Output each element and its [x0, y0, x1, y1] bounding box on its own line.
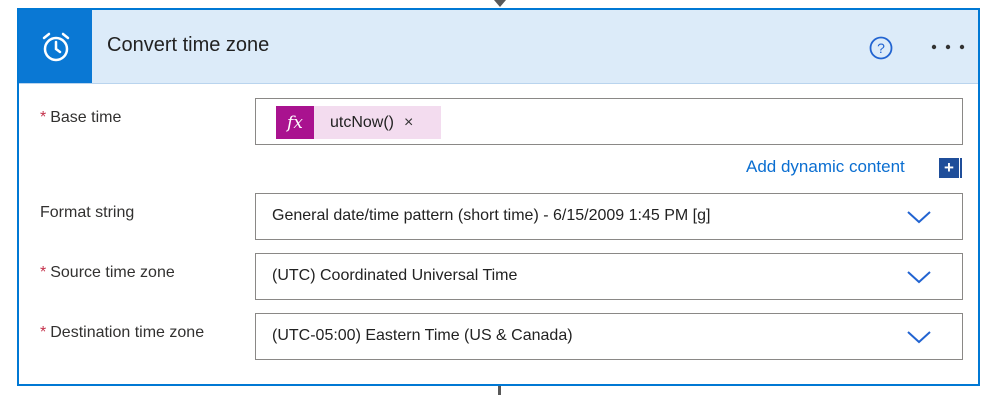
function-icon: fx	[276, 106, 314, 139]
chevron-down-icon[interactable]	[906, 269, 932, 285]
token-text: utcNow()	[330, 113, 395, 131]
format-string-label: Format string	[40, 204, 135, 221]
required-marker: *	[40, 324, 47, 341]
action-header[interactable]: Convert time zone ?	[19, 10, 978, 84]
destination-time-zone-select[interactable]: (UTC-05:00) Eastern Time (US & Canada)	[255, 313, 963, 360]
destination-time-zone-label-text: Destination time zone	[50, 324, 205, 341]
chevron-down-icon[interactable]	[906, 329, 932, 345]
source-time-zone-select[interactable]: (UTC) Coordinated Universal Time	[255, 253, 963, 300]
required-marker: *	[40, 264, 47, 281]
source-time-zone-value: (UTC) Coordinated Universal Time	[272, 267, 518, 284]
destination-time-zone-label: * Destination time zone	[40, 324, 204, 342]
svg-text:?: ?	[877, 40, 885, 56]
flow-connector-arrow	[494, 0, 506, 7]
help-icon[interactable]: ?	[869, 36, 893, 60]
base-time-label: * Base time	[40, 109, 121, 127]
action-icon-container	[19, 10, 92, 83]
alarm-clock-icon	[42, 32, 69, 61]
base-time-input[interactable]: fx utcNow() ×	[255, 98, 963, 145]
more-options-icon[interactable]	[929, 38, 967, 56]
chevron-down-icon[interactable]	[906, 209, 932, 225]
required-marker: *	[40, 109, 47, 126]
expression-token[interactable]: fx utcNow() ×	[276, 106, 441, 139]
flow-connector-line	[498, 386, 501, 395]
add-dynamic-content-icon[interactable]: +	[939, 158, 959, 178]
format-string-value: General date/time pattern (short time) -…	[272, 207, 711, 224]
source-time-zone-label-text: Source time zone	[50, 264, 175, 281]
destination-time-zone-value: (UTC-05:00) Eastern Time (US & Canada)	[272, 327, 573, 344]
remove-token-icon[interactable]: ×	[404, 114, 413, 132]
add-dynamic-content-divider	[960, 158, 962, 178]
format-string-select[interactable]: General date/time pattern (short time) -…	[255, 193, 963, 240]
add-dynamic-content-link[interactable]: Add dynamic content	[746, 157, 905, 177]
base-time-label-text: Base time	[50, 109, 122, 126]
action-title: Convert time zone	[107, 34, 270, 56]
action-card: Convert time zone ? * Base time fx utcNow…	[17, 8, 980, 386]
source-time-zone-label: * Source time zone	[40, 264, 175, 282]
